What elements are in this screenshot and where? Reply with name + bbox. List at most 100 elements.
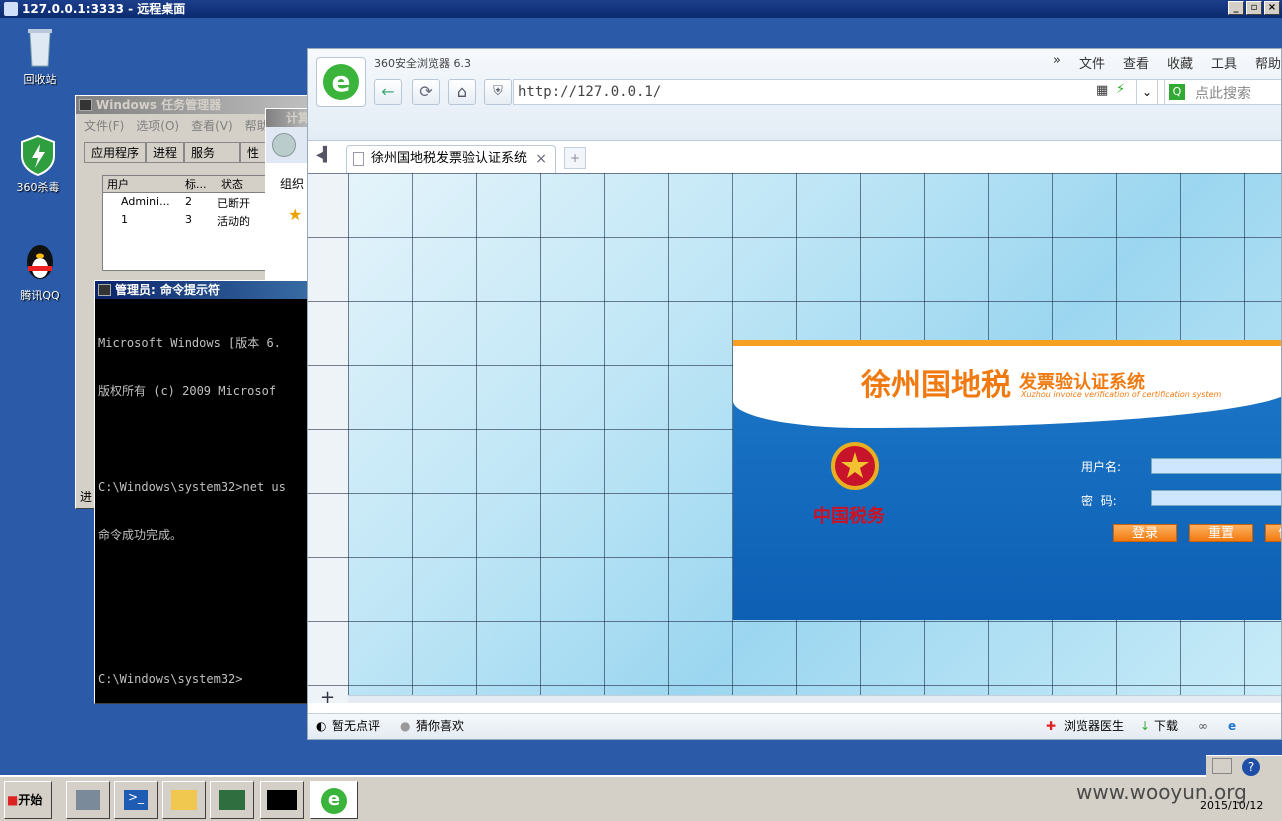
tab-applications[interactable]: 应用程序 bbox=[84, 142, 147, 163]
cmd-console[interactable]: Microsoft Windows [版本 6. 版权所有 (c) 2009 M… bbox=[95, 299, 315, 703]
menu-view[interactable]: 查看(V) bbox=[191, 117, 233, 134]
tab-xuzhou-invoice[interactable]: 徐州国地税发票验认证系统 × bbox=[346, 145, 556, 173]
browser-window[interactable]: e 360安全浏览器 6.3 » 文件 查看 收藏 工具 帮助 ← ⟳ ⌂ ⛨ … bbox=[307, 48, 1282, 740]
back-icon[interactable] bbox=[272, 133, 296, 157]
tab-title: 徐州国地税发票验认证系统 bbox=[371, 151, 528, 166]
cell-user: Admini... bbox=[121, 195, 170, 208]
cmd-icon bbox=[267, 790, 297, 810]
tray-toolbar: ? bbox=[1206, 755, 1282, 777]
keyboard-icon[interactable] bbox=[1212, 758, 1232, 774]
login-button[interactable]: 登录 bbox=[1113, 524, 1177, 542]
menu-file[interactable]: 文件(F) bbox=[84, 117, 124, 134]
login-panel: 徐州国地税 发票验认证系统 Xuzhou invoice verificatio… bbox=[733, 340, 1281, 620]
start-label: 开始 bbox=[18, 793, 43, 807]
glasses-icon[interactable]: ∞ bbox=[1198, 714, 1208, 738]
taskbar-explorer[interactable] bbox=[162, 781, 206, 819]
taskbar-server-manager[interactable] bbox=[66, 781, 110, 819]
home-icon[interactable]: ⌂ bbox=[448, 79, 476, 105]
favorites-star-icon: ★ bbox=[288, 205, 303, 224]
refresh-icon[interactable]: ⟳ bbox=[412, 79, 440, 105]
menu-favorites[interactable]: 收藏 bbox=[1167, 53, 1193, 72]
remote-desktop-icon bbox=[4, 2, 18, 16]
tab-processes[interactable]: 进程 bbox=[146, 142, 185, 163]
search-icon[interactable]: Q bbox=[1169, 84, 1185, 100]
speed-mode-icon[interactable]: ⚡ bbox=[1116, 82, 1125, 97]
tab-strip: ◂▍ 徐州国地税发票验认证系统 × + bbox=[308, 143, 1281, 173]
desktop-icon-qq[interactable]: 腾讯QQ bbox=[10, 242, 70, 303]
horizontal-scrollbar[interactable] bbox=[348, 695, 1281, 703]
qr-code-icon[interactable]: ▦ bbox=[1096, 83, 1108, 98]
task-manager-icon bbox=[79, 99, 92, 111]
browser-logo-icon[interactable]: e bbox=[316, 57, 366, 107]
grid-line bbox=[540, 173, 541, 703]
desktop-icon-recycle-bin[interactable]: 回收站 bbox=[10, 26, 70, 87]
cell-id: 3 bbox=[185, 213, 192, 226]
taskbar-task-manager[interactable] bbox=[210, 781, 254, 819]
restore-button[interactable]: ▫ bbox=[1246, 1, 1262, 15]
taskbar-cmd[interactable] bbox=[260, 781, 304, 819]
security-shield-icon[interactable]: ⛨ bbox=[484, 79, 512, 105]
grid-line bbox=[308, 685, 1281, 686]
powershell-icon: >_ bbox=[124, 790, 148, 810]
console-line: Microsoft Windows [版本 6. bbox=[98, 336, 281, 350]
cell-status: 活动的 bbox=[217, 215, 250, 228]
search-placeholder: 点此搜索 bbox=[1195, 86, 1251, 102]
taskbar-powershell[interactable]: >_ bbox=[114, 781, 158, 819]
column-id[interactable]: 标... bbox=[181, 176, 217, 192]
address-text: http://127.0.0.1/ bbox=[518, 84, 662, 100]
rating-icon: ◐ bbox=[316, 719, 327, 733]
status-guess-like[interactable]: 猜你喜欢 bbox=[416, 714, 464, 738]
cell-user: 1 bbox=[121, 213, 128, 226]
extra-button[interactable]: 修 bbox=[1265, 524, 1281, 542]
close-button[interactable]: × bbox=[1264, 1, 1280, 15]
system-title: 徐州国地税 bbox=[861, 368, 1011, 403]
new-tab-button[interactable]: + bbox=[564, 147, 586, 169]
column-user[interactable]: 用户 bbox=[103, 176, 181, 192]
grid-line bbox=[604, 173, 605, 703]
emblem-text: 中国税务 bbox=[813, 506, 885, 527]
status-no-review[interactable]: 暂无点评 bbox=[332, 714, 380, 738]
chevron-down-icon[interactable]: ⌄ bbox=[1136, 79, 1158, 105]
browser-doctor-button[interactable]: 浏览器医生 bbox=[1064, 714, 1124, 738]
download-button[interactable]: 下载 bbox=[1154, 714, 1178, 738]
reset-button[interactable]: 重置 bbox=[1189, 524, 1253, 542]
username-field[interactable] bbox=[1151, 458, 1281, 474]
tab-services[interactable]: 服务 bbox=[184, 142, 241, 163]
cell-id: 2 bbox=[185, 195, 192, 208]
menu-tools[interactable]: 工具 bbox=[1211, 53, 1237, 72]
desktop-icon-360-antivirus[interactable]: 360杀毒 bbox=[8, 134, 68, 195]
desktop-icon-label: 回收站 bbox=[23, 73, 57, 86]
ie-icon[interactable]: e bbox=[1228, 714, 1236, 738]
add-sidebar-icon[interactable]: + bbox=[320, 687, 335, 703]
web-page[interactable]: 徐州国地税 发票验认证系统 Xuzhou invoice verificatio… bbox=[308, 173, 1281, 703]
cmd-window[interactable]: 管理员: 命令提示符 Microsoft Windows [版本 6. 版权所有… bbox=[94, 280, 316, 704]
search-input[interactable]: Q 点此搜索 bbox=[1164, 79, 1281, 105]
start-button[interactable]: ■开始 bbox=[4, 781, 52, 819]
menu-more-icon[interactable]: » bbox=[1053, 53, 1061, 72]
grid-line bbox=[668, 173, 669, 703]
qq-penguin-icon bbox=[20, 242, 60, 284]
menu-options[interactable]: 选项(O) bbox=[136, 117, 179, 134]
taskbar-browser[interactable]: e bbox=[310, 781, 358, 819]
grid-line bbox=[308, 621, 1281, 622]
english-subtitle: Xuzhou invoice verification of certifica… bbox=[1021, 390, 1222, 399]
task-manager-icon bbox=[219, 790, 245, 810]
menu-help[interactable]: 帮助 bbox=[1255, 53, 1281, 72]
menu-file[interactable]: 文件 bbox=[1079, 53, 1105, 72]
column-status[interactable]: 状态 bbox=[217, 176, 243, 192]
tab-performance[interactable]: 性 bbox=[240, 142, 267, 163]
browser-menu: » 文件 查看 收藏 工具 帮助 bbox=[1053, 53, 1281, 72]
cmd-titlebar[interactable]: 管理员: 命令提示符 bbox=[95, 281, 315, 299]
sidebar-toggle-icon[interactable]: ◂▍ bbox=[316, 147, 334, 163]
grid-line bbox=[308, 237, 1281, 238]
minimize-button[interactable]: _ bbox=[1228, 1, 1244, 15]
organize-menu[interactable]: 组织 bbox=[280, 175, 304, 192]
watermark: www.wooyun.org bbox=[1076, 780, 1247, 804]
password-field[interactable] bbox=[1151, 490, 1281, 506]
menu-view[interactable]: 查看 bbox=[1123, 53, 1149, 72]
guess-icon: ● bbox=[400, 719, 411, 733]
help-icon[interactable]: ? bbox=[1242, 758, 1260, 776]
close-tab-icon[interactable]: × bbox=[535, 146, 547, 172]
back-arrow-icon[interactable]: ← bbox=[374, 79, 402, 105]
